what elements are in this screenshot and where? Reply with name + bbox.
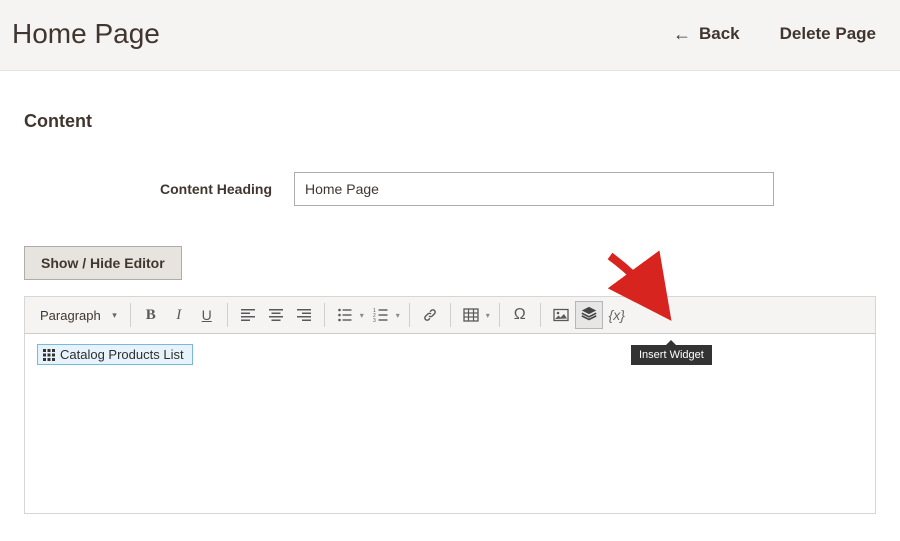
widget-icon bbox=[580, 306, 598, 324]
link-icon bbox=[422, 307, 438, 323]
italic-icon: I bbox=[176, 307, 181, 324]
format-select[interactable]: Paragraph ▾ bbox=[31, 303, 124, 328]
toolbar-separator bbox=[409, 303, 410, 327]
grid-icon bbox=[42, 348, 56, 362]
editor-content-area[interactable]: Catalog Products List bbox=[24, 334, 876, 514]
insert-image-button[interactable] bbox=[547, 301, 575, 329]
image-icon bbox=[553, 307, 569, 323]
align-center-icon bbox=[268, 307, 284, 323]
content-section: Content Content Heading Show / Hide Edit… bbox=[0, 71, 900, 514]
align-center-button[interactable] bbox=[262, 301, 290, 329]
format-select-label: Paragraph bbox=[40, 308, 101, 323]
toolbar-separator bbox=[227, 303, 228, 327]
align-right-icon bbox=[296, 307, 312, 323]
special-char-button[interactable]: Ω bbox=[506, 301, 534, 329]
underline-button[interactable]: U bbox=[193, 301, 221, 329]
back-label: Back bbox=[699, 24, 740, 44]
toolbar-separator bbox=[499, 303, 500, 327]
align-right-button[interactable] bbox=[290, 301, 318, 329]
svg-text:3: 3 bbox=[373, 318, 376, 323]
widget-chip-label: Catalog Products List bbox=[60, 347, 184, 362]
arrow-left-icon: ← bbox=[673, 24, 691, 45]
insert-widget-tooltip: Insert Widget bbox=[631, 345, 712, 365]
omega-icon: Ω bbox=[514, 306, 526, 324]
toolbar-separator bbox=[450, 303, 451, 327]
page-header: Home Page ← Back Delete Page bbox=[0, 0, 900, 71]
align-left-icon bbox=[240, 307, 256, 323]
insert-widget-button[interactable] bbox=[575, 301, 603, 329]
toolbar-separator bbox=[130, 303, 131, 327]
bullet-list-button[interactable] bbox=[331, 301, 367, 329]
numbered-list-button[interactable]: 123 bbox=[367, 301, 403, 329]
back-button[interactable]: ← Back bbox=[673, 24, 740, 45]
table-button[interactable] bbox=[457, 301, 493, 329]
caret-down-icon: ▾ bbox=[112, 310, 117, 321]
toolbar-separator bbox=[324, 303, 325, 327]
page-title: Home Page bbox=[12, 18, 673, 50]
content-heading-field: Content Heading bbox=[24, 172, 876, 206]
table-icon bbox=[463, 307, 479, 323]
widget-chip[interactable]: Catalog Products List bbox=[37, 344, 193, 365]
link-button[interactable] bbox=[416, 301, 444, 329]
variable-icon: {x} bbox=[609, 307, 625, 323]
insert-variable-button[interactable]: {x} bbox=[603, 301, 631, 329]
section-title: Content bbox=[24, 111, 876, 132]
toggle-editor-button[interactable]: Show / Hide Editor bbox=[24, 246, 182, 280]
align-left-button[interactable] bbox=[234, 301, 262, 329]
editor-toolbar: Paragraph ▾ B I U 123 bbox=[24, 296, 876, 334]
content-heading-input[interactable] bbox=[294, 172, 774, 206]
underline-icon: U bbox=[202, 307, 212, 323]
field-label: Content Heading bbox=[134, 181, 294, 197]
delete-page-button[interactable]: Delete Page bbox=[780, 24, 876, 44]
toolbar-separator bbox=[540, 303, 541, 327]
bold-button[interactable]: B bbox=[137, 301, 165, 329]
italic-button[interactable]: I bbox=[165, 301, 193, 329]
bullet-list-icon bbox=[337, 307, 353, 323]
numbered-list-icon: 123 bbox=[373, 307, 389, 323]
bold-icon: B bbox=[146, 307, 156, 324]
